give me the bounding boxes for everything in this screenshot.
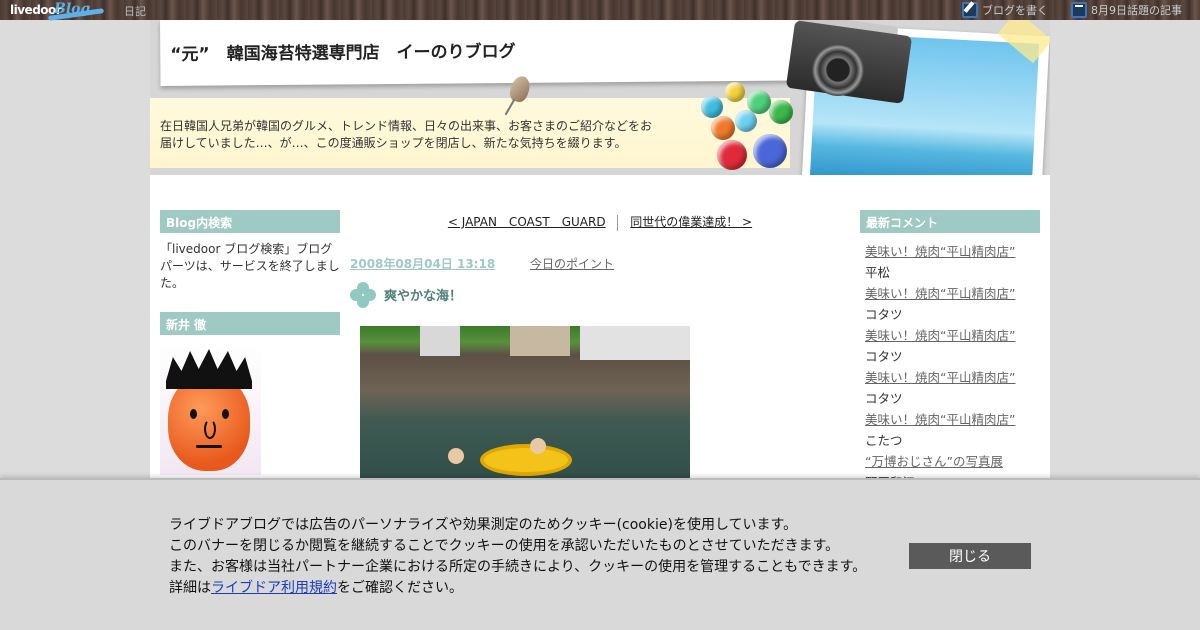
pushpin-icon <box>504 73 533 116</box>
entry-date[interactable]: 2008年08月04日 13:18 <box>350 255 530 272</box>
close-banner-button[interactable]: 閉じる <box>909 543 1031 569</box>
cookie-consent-banner: ライブドアブログでは広告のパーソナライズや効果測定のためクッキー(cookie)… <box>0 478 1200 630</box>
livedoor-blog-logo[interactable]: livedoor Blog <box>8 1 105 21</box>
right-sidebar: 最新コメント 美味い！焼肉“平山精肉店” 平松 美味い！焼肉“平山精肉店” コタ… <box>860 210 1040 493</box>
blog-header: 在日韓国人兄弟が韓国のグルメ、トレンド情報、日々の出来事、お客さまのご紹介などを… <box>150 20 1050 175</box>
blog-description: 在日韓国人兄弟が韓国のグルメ、トレンド情報、日々の出来事、お客さまのご紹介などを… <box>160 119 653 150</box>
cookie-line-3: また、お客様は当社パートナー企業における所定の手続きにより、クッキーの使用を管理… <box>169 559 867 575</box>
comment-author: コタツ <box>865 349 903 364</box>
comment-entry-link[interactable]: 美味い！焼肉“平山精肉店” <box>865 283 1040 304</box>
blog-search-notice: 「livedoor ブログ検索」ブログパーツは、サービスを終了しました。 <box>160 242 340 290</box>
main-content: < JAPAN COAST GUARD 同世代の偉業達成！ > 2008年08月… <box>350 210 850 486</box>
terms-link[interactable]: ライブドア利用規約 <box>211 580 337 596</box>
entry-title[interactable]: 爽やかな海！ <box>384 285 462 304</box>
clover-icon <box>350 281 376 308</box>
cookie-line-4: 詳細はライブドア利用規約をご確認ください。 <box>169 578 866 599</box>
write-blog-label: ブログを書く <box>982 4 1048 17</box>
cookie-line-2: このバナーを閉じるか閲覧を継続することでクッキーの使用を承認いただいたものとさせ… <box>169 538 840 554</box>
comment-entry-link[interactable]: 美味い！焼肉“平山精肉店” <box>865 367 1040 388</box>
recent-comments-list: 美味い！焼肉“平山精肉店” 平松 美味い！焼肉“平山精肉店” コタツ 美味い！焼… <box>860 241 1040 493</box>
camera-icon <box>785 20 913 120</box>
comment-author: こたつ <box>865 433 903 448</box>
comment-author: コタツ <box>865 307 903 322</box>
entry-meta: 2008年08月04日 13:18 今日のポイント <box>350 255 850 272</box>
recent-comments-title: 最新コメント <box>860 210 1040 233</box>
next-entry-link[interactable]: 同世代の偉業達成！ > <box>630 215 752 229</box>
write-blog-link[interactable]: ブログを書く <box>962 1 1048 19</box>
avatar[interactable] <box>160 345 261 475</box>
comment-entry-link[interactable]: 美味い！焼肉“平山精肉店” <box>865 409 1040 430</box>
livedoor-top-bar: livedoor Blog 日記 ブログを書く 8月9日話題の記事 <box>0 0 1200 21</box>
blog-title[interactable]: “元” 韓国海苔特選専門店 イーのりブログ <box>170 37 516 65</box>
description-strip: 在日韓国人兄弟が韓国のグルメ、トレンド情報、日々の出来事、お客さまのご紹介などを… <box>150 98 790 168</box>
cookie-text: ライブドアブログでは広告のパーソナライズや効果測定のためクッキー(cookie)… <box>169 515 866 599</box>
pager-divider <box>617 214 619 231</box>
entry-category[interactable]: 今日のポイント <box>530 255 614 272</box>
blog-search-title: Blog内検索 <box>160 210 340 233</box>
diary-link[interactable]: 日記 <box>124 3 146 19</box>
comment-author: 平松 <box>865 265 891 280</box>
profile-title: 新井 徹 <box>160 312 340 335</box>
trending-articles-link[interactable]: 8月9日話題の記事 <box>1071 1 1182 19</box>
comment-entry-link[interactable]: “万博おじさん”の写真展 <box>865 451 1040 472</box>
comment-entry-link[interactable]: 美味い！焼肉“平山精肉店” <box>865 241 1040 262</box>
cookie-line-1: ライブドアブログでは広告のパーソナライズや効果測定のためクッキー(cookie)… <box>169 517 798 533</box>
comment-author: コタツ <box>865 391 903 406</box>
cookie-details-suffix: をご確認ください。 <box>337 580 463 596</box>
pencil-icon <box>962 2 978 18</box>
cookie-details-prefix: 詳細は <box>169 580 211 596</box>
entry-title-row: 爽やかな海！ <box>350 281 850 308</box>
logo-blog-text: Blog <box>54 1 91 17</box>
entry-pager: < JAPAN COAST GUARD 同世代の偉業達成！ > <box>350 213 850 231</box>
comment-entry-link[interactable]: 美味い！焼肉“平山精肉店” <box>865 325 1040 346</box>
entry-photo[interactable] <box>360 325 690 486</box>
trending-label: 8月9日話題の記事 <box>1091 4 1182 17</box>
calendar-icon <box>1071 2 1087 18</box>
prev-entry-link[interactable]: < JAPAN COAST GUARD <box>448 215 606 229</box>
left-sidebar: Blog内検索 「livedoor ブログ検索」ブログパーツは、サービスを終了し… <box>160 210 340 475</box>
